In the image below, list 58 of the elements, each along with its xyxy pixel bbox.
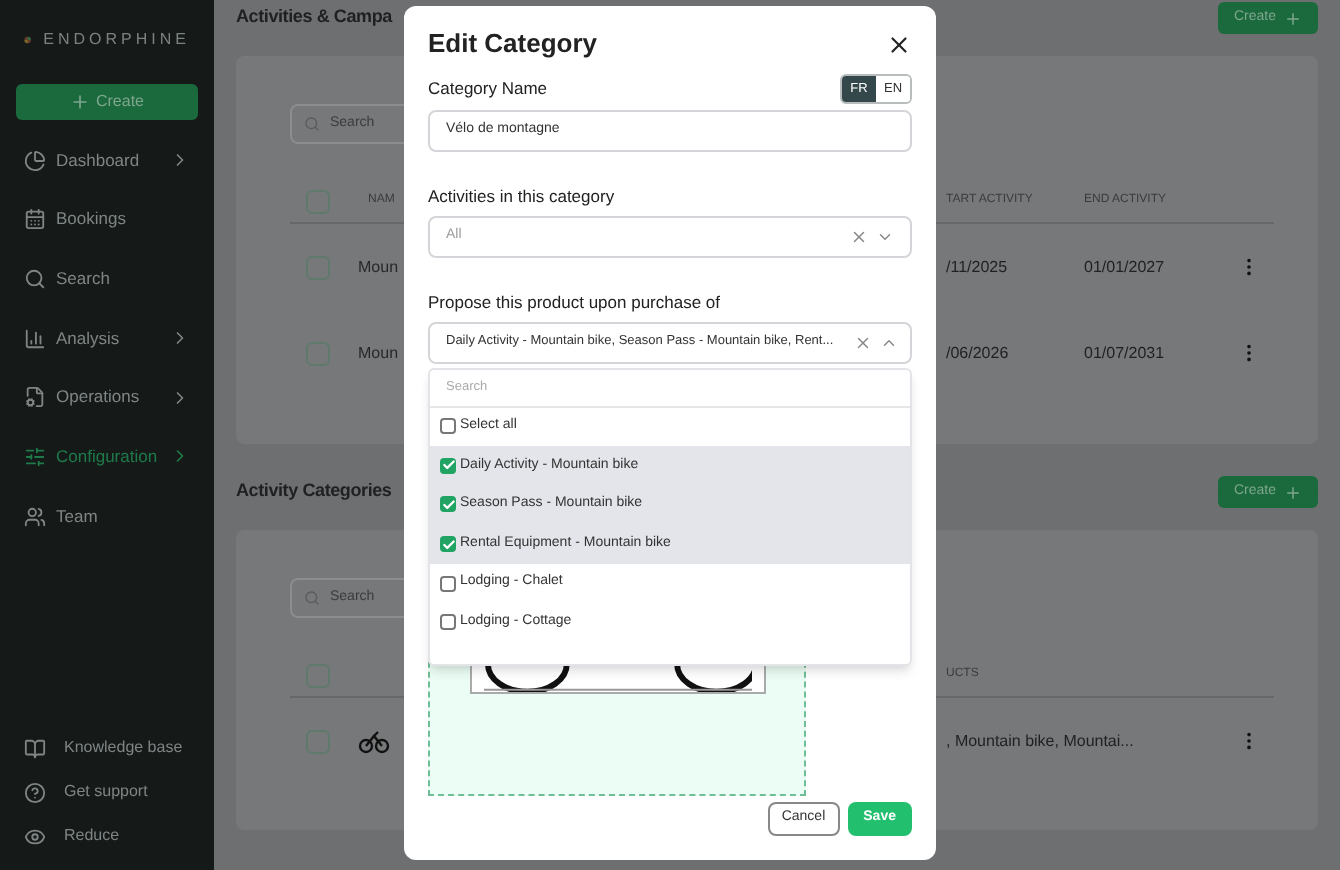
- footer-nav-item[interactable]: Get support: [16, 778, 198, 806]
- check-icon: [441, 537, 455, 552]
- nav-icon: [24, 445, 46, 468]
- table-cell: Moun: [358, 255, 399, 279]
- nav-item[interactable]: Analysis: [16, 318, 198, 359]
- nav-icon: [24, 505, 46, 528]
- table-cell-text: /11/2025: [946, 255, 1010, 279]
- footer-icon: [24, 781, 46, 803]
- footer-icon: [24, 825, 46, 847]
- close-icon[interactable]: [886, 31, 912, 57]
- plus-icon: [1284, 483, 1302, 501]
- section-title: Activities & Campa: [236, 4, 392, 31]
- clear-icon[interactable]: [850, 227, 868, 246]
- field-label: Activities in this category: [428, 184, 617, 210]
- search-icon: [304, 590, 320, 606]
- row-checkbox[interactable]: [306, 255, 330, 279]
- option-checkbox[interactable]: [440, 418, 456, 435]
- table-cell-text: , Mountain bike, Mountai...: [946, 729, 1136, 753]
- option-checkbox[interactable]: [440, 536, 456, 553]
- nav-icon: [24, 149, 46, 171]
- row-checkbox[interactable]: [306, 189, 330, 213]
- plus-icon: [69, 92, 90, 112]
- plus-icon: [1284, 9, 1302, 27]
- option-checkbox[interactable]: [440, 457, 456, 474]
- row-checkbox[interactable]: [306, 729, 330, 753]
- row-checkbox[interactable]: [306, 663, 330, 687]
- search-icon: [304, 116, 320, 132]
- nav-item[interactable]: Team: [16, 496, 198, 537]
- section-title: Activity Categories: [236, 478, 392, 505]
- footer-nav-item[interactable]: Reduce: [16, 822, 198, 850]
- dialog-title: Edit Category: [428, 26, 598, 63]
- field-label: Propose this product upon purchase of: [428, 289, 723, 315]
- option-checkbox[interactable]: [440, 496, 456, 513]
- nav-item[interactable]: Configuration: [16, 436, 198, 477]
- nav-item[interactable]: Operations: [16, 377, 198, 418]
- nav-icon: [24, 208, 46, 231]
- clear-icon[interactable]: [854, 333, 872, 351]
- footer-icon: [24, 737, 46, 759]
- footer-nav-item[interactable]: Knowledge base: [16, 734, 198, 762]
- brand-name: ENDORPHINE: [43, 28, 190, 52]
- create-button[interactable]: Create: [16, 84, 198, 120]
- table-cell-text: 01/01/2027: [1084, 255, 1167, 279]
- nav-item[interactable]: Search: [16, 258, 198, 299]
- bike-thumbnail-icon: [358, 729, 390, 753]
- nav-icon: [24, 267, 46, 290]
- check-icon: [441, 458, 455, 473]
- nav-icon: [24, 327, 46, 350]
- nav-item[interactable]: Dashboard: [16, 140, 198, 180]
- row-checkbox[interactable]: [306, 341, 330, 365]
- check-icon: [441, 497, 455, 512]
- option-checkbox[interactable]: [440, 614, 456, 631]
- field-label: Category Name: [428, 76, 548, 102]
- nav-icon: [24, 386, 46, 409]
- nav-item[interactable]: Bookings: [16, 199, 198, 240]
- table-cell-text: 01/07/2031: [1084, 341, 1167, 365]
- table-cell-text: /06/2026: [946, 341, 1011, 365]
- table-cell: Moun: [358, 341, 399, 365]
- option-checkbox[interactable]: [440, 575, 456, 592]
